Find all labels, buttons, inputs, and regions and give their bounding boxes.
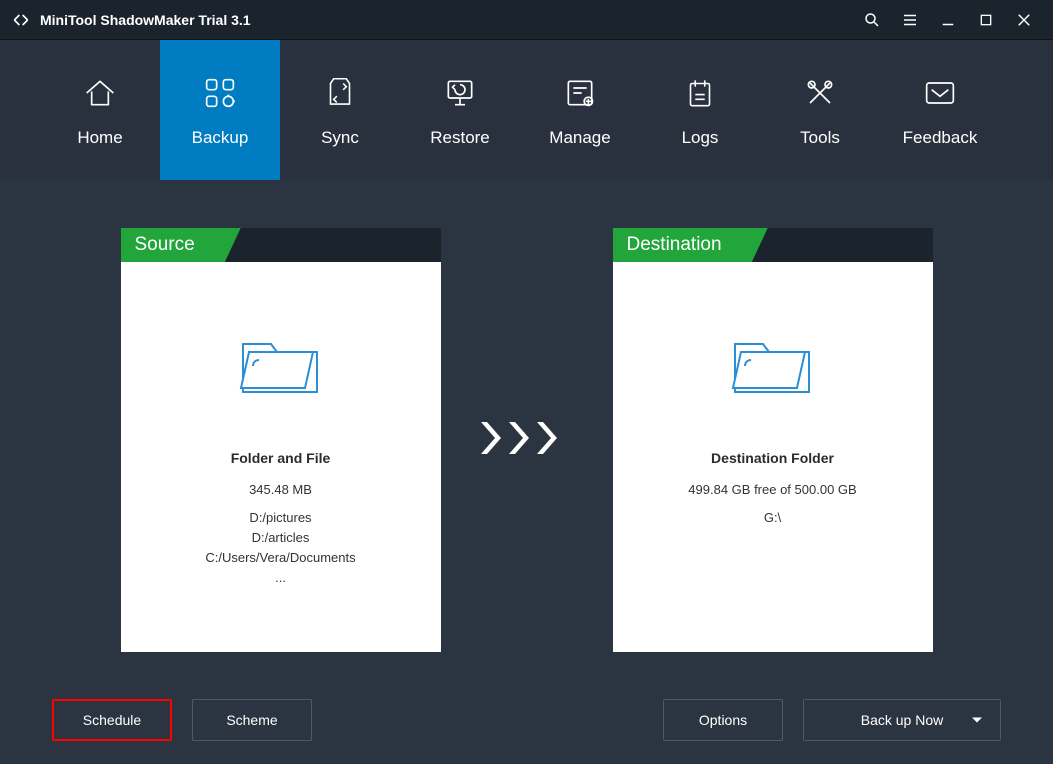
manage-icon: [560, 72, 600, 114]
nav-tabs: Home Backup Sync Restore Manage: [0, 40, 1053, 180]
feedback-icon: [920, 72, 960, 114]
maximize-icon[interactable]: [967, 0, 1005, 40]
tab-feedback[interactable]: Feedback: [880, 40, 1000, 180]
tab-logs[interactable]: Logs: [640, 40, 760, 180]
sync-icon: [321, 72, 359, 114]
backup-now-button[interactable]: Back up Now: [803, 699, 1001, 741]
home-icon: [80, 72, 120, 114]
source-path-more: ...: [275, 568, 286, 588]
tools-icon: [800, 72, 840, 114]
logs-icon: [681, 72, 719, 114]
source-panel[interactable]: Source Folder and File 345.48 MB D:/pict…: [121, 228, 441, 652]
folder-icon: [231, 322, 331, 402]
menu-icon[interactable]: [891, 0, 929, 40]
schedule-button[interactable]: Schedule: [52, 699, 172, 741]
destination-title: Destination Folder: [711, 450, 834, 466]
source-header: Source: [121, 228, 441, 262]
source-body: Folder and File 345.48 MB D:/pictures D:…: [121, 262, 441, 652]
tab-label: Logs: [682, 128, 719, 148]
source-size: 345.48 MB: [249, 480, 312, 500]
destination-free: 499.84 GB free of 500.00 GB: [688, 480, 856, 500]
tab-label: Restore: [430, 128, 490, 148]
folder-icon: [723, 322, 823, 402]
bottom-bar: Schedule Scheme Options Back up Now: [0, 676, 1053, 764]
source-path: D:/pictures: [249, 508, 311, 528]
destination-panel[interactable]: Destination Destination Folder 499.84 GB…: [613, 228, 933, 652]
tab-label: Home: [77, 128, 122, 148]
source-title: Folder and File: [231, 450, 331, 466]
tab-label: Feedback: [903, 128, 978, 148]
minimize-icon[interactable]: [929, 0, 967, 40]
titlebar: MiniTool ShadowMaker Trial 3.1: [0, 0, 1053, 40]
backup-now-label: Back up Now: [861, 712, 943, 728]
tab-label: Manage: [549, 128, 610, 148]
tab-label: Sync: [321, 128, 359, 148]
tab-manage[interactable]: Manage: [520, 40, 640, 180]
tab-tools[interactable]: Tools: [760, 40, 880, 180]
search-icon[interactable]: [853, 0, 891, 40]
source-path: C:/Users/Vera/Documents: [205, 548, 355, 568]
app-logo-icon: [10, 9, 32, 31]
tab-home[interactable]: Home: [40, 40, 160, 180]
close-icon[interactable]: [1005, 0, 1043, 40]
tab-restore[interactable]: Restore: [400, 40, 520, 180]
destination-header: Destination: [613, 228, 933, 262]
tab-label: Tools: [800, 128, 840, 148]
destination-drive: G:\: [764, 508, 781, 528]
destination-body: Destination Folder 499.84 GB free of 500…: [613, 262, 933, 652]
tab-label: Backup: [192, 128, 249, 148]
restore-icon: [440, 72, 480, 114]
tab-backup[interactable]: Backup: [160, 40, 280, 180]
scheme-button[interactable]: Scheme: [192, 699, 312, 741]
source-header-label: Source: [121, 228, 217, 262]
destination-header-label: Destination: [613, 228, 744, 262]
main-area: Source Folder and File 345.48 MB D:/pict…: [0, 180, 1053, 676]
tab-sync[interactable]: Sync: [280, 40, 400, 180]
source-path: D:/articles: [252, 528, 310, 548]
app-title: MiniTool ShadowMaker Trial 3.1: [40, 12, 251, 28]
backup-icon: [200, 72, 240, 114]
app-window: MiniTool ShadowMaker Trial 3.1 Home: [0, 0, 1053, 764]
options-button[interactable]: Options: [663, 699, 783, 741]
arrow-icon: [481, 418, 573, 463]
